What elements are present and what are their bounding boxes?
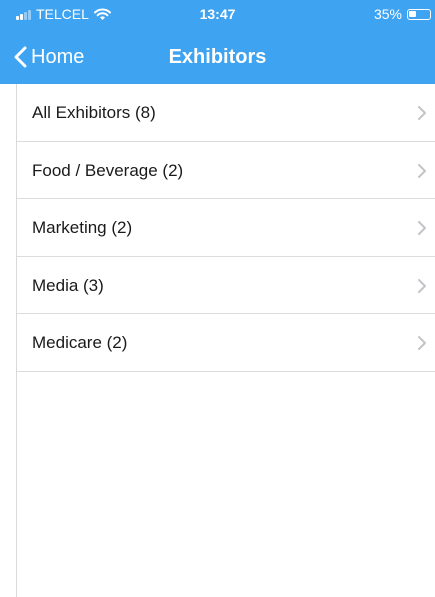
chevron-right-icon	[418, 163, 426, 178]
chevron-right-icon	[418, 336, 426, 350]
chevron-right-icon	[418, 106, 426, 120]
list-item-label: Food / Beverage (2)	[32, 160, 184, 180]
chevron-right-icon	[418, 278, 426, 293]
header-bar: TELCEL 13:47 35% Home Exhibitors	[0, 0, 435, 84]
status-right: 35%	[374, 6, 431, 22]
list-item-label: All Exhibitors (8)	[32, 103, 156, 122]
battery-percent: 35%	[373, 6, 402, 22]
battery-icon	[407, 8, 431, 20]
list-item-label: Medicare (2)	[32, 333, 128, 352]
list-item-all-exhibitors[interactable]: All Exhibitors (8)	[17, 84, 435, 142]
chevron-left-icon	[14, 46, 27, 68]
back-button[interactable]: Home	[14, 30, 84, 84]
back-label: Home	[31, 45, 85, 68]
list-item-label: Media (3)	[32, 275, 104, 295]
status-bar: TELCEL 13:47 35%	[0, 0, 435, 30]
battery-fill	[409, 10, 416, 17]
chevron-right-icon	[418, 221, 426, 235]
list-item-medicare[interactable]: Medicare (2)	[17, 314, 435, 372]
exhibitor-category-list: All Exhibitors (8) Food / Beverage (2) M…	[16, 84, 435, 597]
status-time: 13:47	[199, 6, 236, 22]
list-item-food-beverage[interactable]: Food / Beverage (2)	[17, 142, 435, 199]
navbar: Home Exhibitors	[0, 30, 435, 84]
list-item-marketing[interactable]: Marketing (2)	[17, 199, 435, 257]
list-item-media[interactable]: Media (3)	[17, 257, 435, 314]
list-item-label: Marketing (2)	[32, 218, 133, 237]
